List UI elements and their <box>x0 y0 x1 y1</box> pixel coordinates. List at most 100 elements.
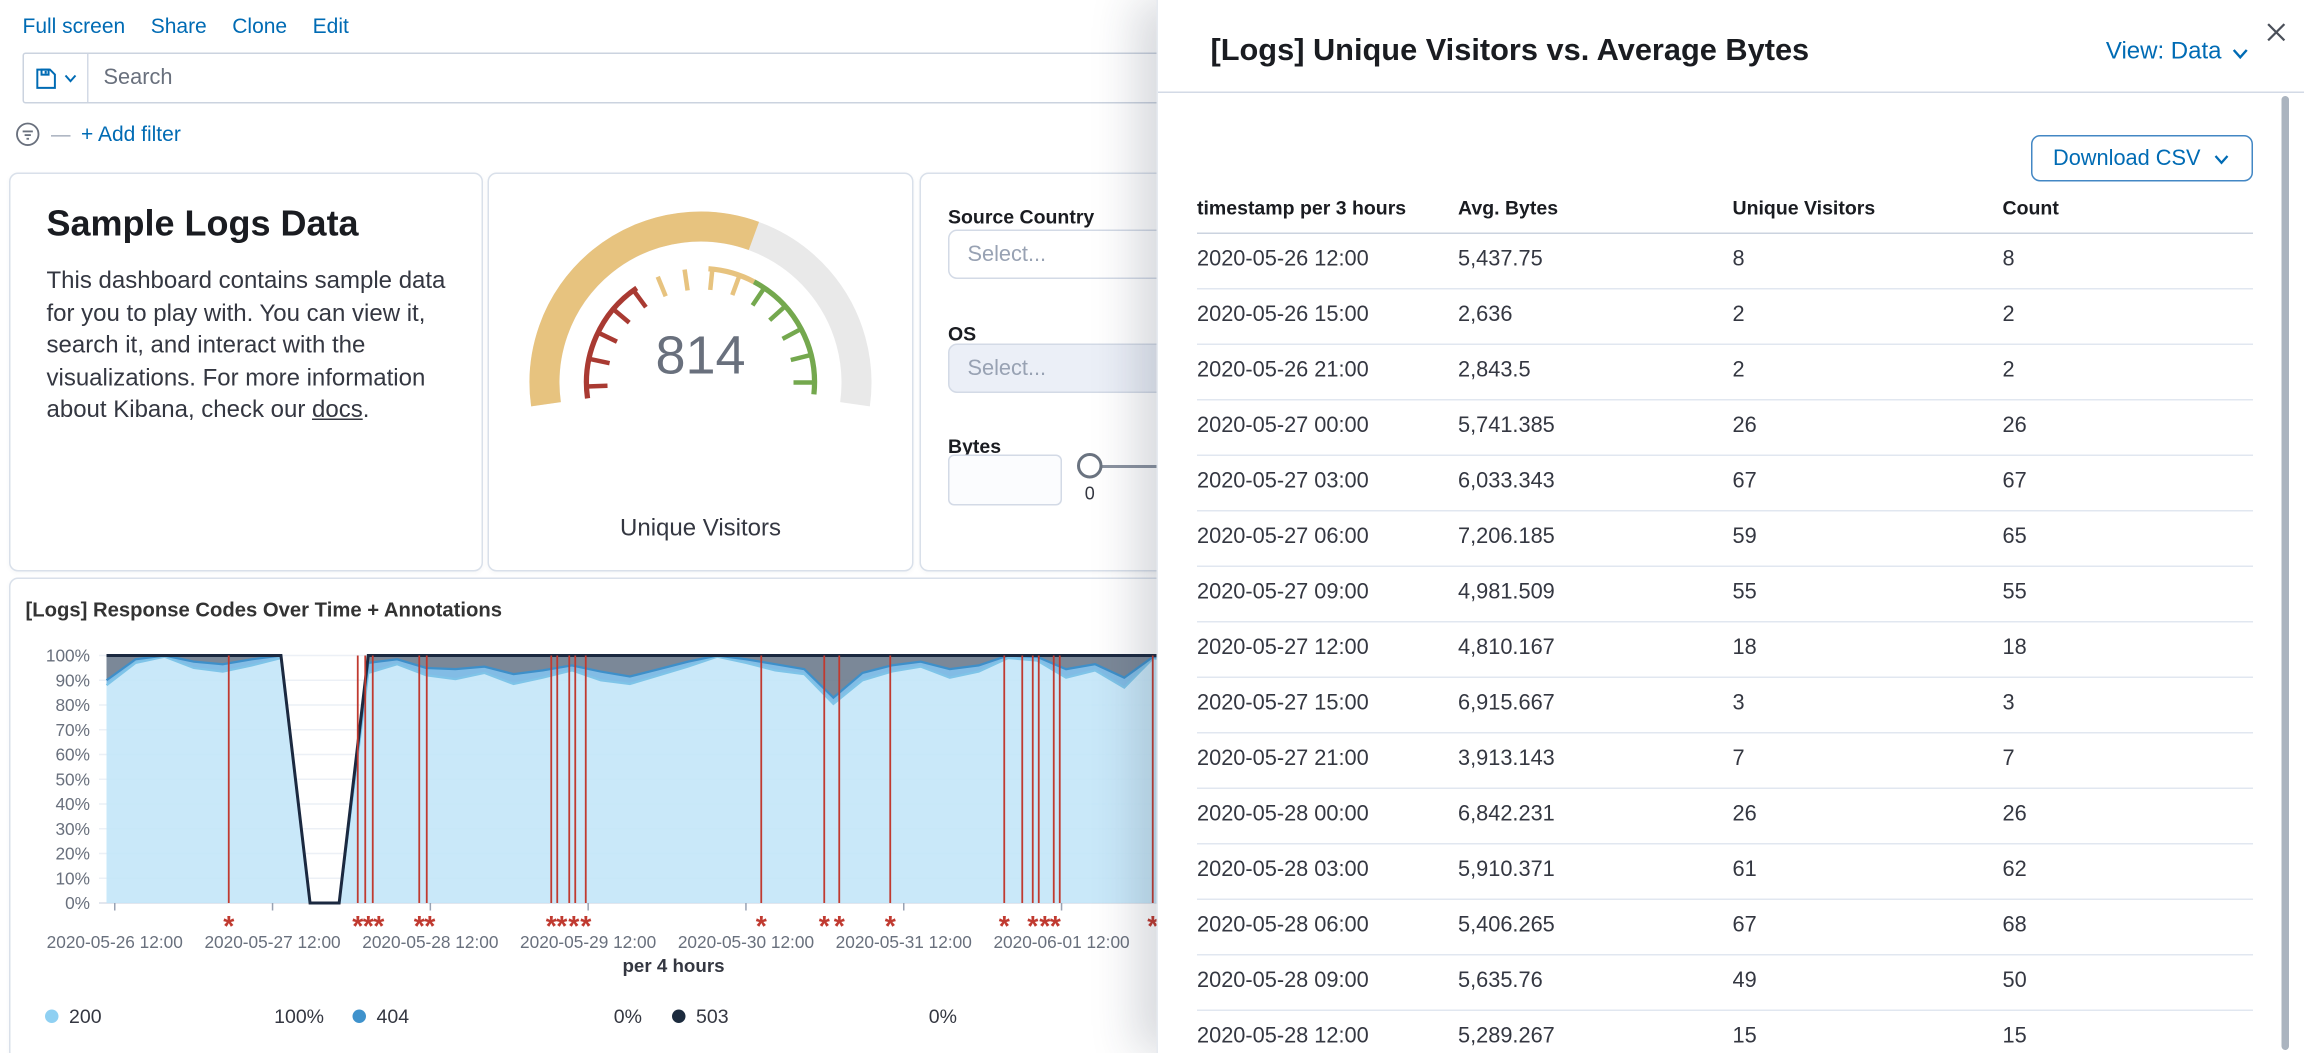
legend-label: 503 <box>696 1005 729 1028</box>
table-cell: 65 <box>2003 512 2254 566</box>
save-icon <box>34 67 57 90</box>
table-row: 2020-05-28 06:005,406.2656768 <box>1197 900 2253 956</box>
flyout-scrollbar-thumb[interactable] <box>2282 96 2290 1050</box>
svg-text:*: * <box>885 911 897 943</box>
bytes-min-input[interactable] <box>948 455 1062 506</box>
table-cell: 62 <box>2003 845 2254 899</box>
svg-text:2020-05-31 12:00: 2020-05-31 12:00 <box>836 932 972 952</box>
svg-text:40%: 40% <box>55 794 90 814</box>
table-cell: 8 <box>2003 234 2254 288</box>
table-cell: 5,910.371 <box>1458 845 1733 899</box>
table-cell: 7 <box>2003 734 2254 788</box>
table-cell: 55 <box>1733 567 2003 621</box>
table-cell: 2020-05-27 06:00 <box>1197 512 1458 566</box>
table-column-header: Count <box>2003 197 2254 233</box>
saved-query-menu-button[interactable] <box>24 54 89 102</box>
gauge-label: Unique Visitors <box>489 516 912 543</box>
edit-link[interactable]: Edit <box>313 14 349 38</box>
svg-text:*: * <box>580 911 592 943</box>
flyout-body: Download CSV timestamp per 3 hoursAvg. B… <box>1158 93 2304 1053</box>
svg-text:*: * <box>756 911 768 943</box>
bytes-slider-handle[interactable] <box>1077 453 1103 479</box>
flyout-table-body: 2020-05-26 12:005,437.75882020-05-26 15:… <box>1197 234 2253 1053</box>
table-cell: 2 <box>2003 345 2254 399</box>
legend-item-503[interactable]: 503 0% <box>672 1005 957 1028</box>
chevron-down-icon <box>62 71 77 86</box>
table-cell: 8 <box>1733 234 2003 288</box>
table-cell: 2020-05-27 12:00 <box>1197 623 1458 677</box>
svg-text:10%: 10% <box>55 868 90 888</box>
docs-link[interactable]: docs <box>312 398 363 424</box>
svg-text:60%: 60% <box>55 745 90 765</box>
table-cell: 15 <box>2003 1011 2254 1053</box>
table-cell: 2020-05-27 03:00 <box>1197 456 1458 510</box>
table-cell: 2020-05-26 12:00 <box>1197 234 1458 288</box>
table-row: 2020-05-27 06:007,206.1855965 <box>1197 512 2253 568</box>
data-flyout: [Logs] Unique Visitors vs. Average Bytes… <box>1157 0 2304 1053</box>
table-column-header: Avg. Bytes <box>1458 197 1733 233</box>
table-cell: 26 <box>1733 789 2003 843</box>
table-cell: 59 <box>1733 512 2003 566</box>
table-cell: 2,636 <box>1458 290 1733 344</box>
table-row: 2020-05-27 03:006,033.3436767 <box>1197 456 2253 512</box>
filter-icon[interactable] <box>15 121 41 147</box>
bytes-slider-value: 0 <box>1077 483 1103 504</box>
table-row: 2020-05-26 12:005,437.7588 <box>1197 234 2253 290</box>
table-cell: 67 <box>2003 456 2254 510</box>
svg-text:50%: 50% <box>55 769 90 789</box>
gauge-visualization: 814 <box>489 206 912 431</box>
table-cell: 7 <box>1733 734 2003 788</box>
table-cell: 4,810.167 <box>1458 623 1733 677</box>
table-cell: 2020-05-28 00:00 <box>1197 789 1458 843</box>
download-csv-label: Download CSV <box>2053 146 2200 170</box>
response-codes-chart: 0%10%20%30%40%50%60%70%80%90%100%2020-05… <box>11 579 1301 1053</box>
markdown-body: This dashboard contains sample data for … <box>47 266 461 427</box>
panel-response-codes: [Logs] Response Codes Over Time + Annota… <box>9 578 1302 1053</box>
table-column-header: timestamp per 3 hours <box>1197 197 1458 233</box>
legend-value: 0% <box>614 1005 642 1028</box>
svg-text:90%: 90% <box>55 670 90 690</box>
flyout-header: [Logs] Unique Visitors vs. Average Bytes… <box>1158 0 2304 93</box>
share-link[interactable]: Share <box>151 14 207 38</box>
flyout-title: [Logs] Unique Visitors vs. Average Bytes <box>1211 33 1810 69</box>
markdown-title: Sample Logs Data <box>47 204 359 246</box>
table-cell: 7,206.185 <box>1458 512 1733 566</box>
source-country-placeholder: Select... <box>968 242 1047 266</box>
os-label: OS <box>948 323 976 346</box>
legend-item-200[interactable]: 200100% <box>45 1005 324 1028</box>
legend-dot <box>672 1010 686 1024</box>
search-input[interactable]: Search <box>104 66 173 90</box>
table-cell: 5,741.385 <box>1458 401 1733 455</box>
table-cell: 2 <box>1733 345 2003 399</box>
svg-text:30%: 30% <box>55 819 90 839</box>
close-flyout-button[interactable] <box>2262 18 2289 45</box>
legend-value: 0% <box>929 1005 957 1028</box>
table-cell: 2020-05-27 15:00 <box>1197 678 1458 732</box>
download-csv-button[interactable]: Download CSV <box>2031 135 2253 182</box>
view-selector-button[interactable]: View: Data <box>2106 39 2250 66</box>
clone-link[interactable]: Clone <box>232 14 287 38</box>
svg-text:*: * <box>568 911 580 943</box>
table-cell: 3 <box>2003 678 2254 732</box>
table-cell: 5,289.267 <box>1458 1011 1733 1053</box>
table-row: 2020-05-28 12:005,289.2671515 <box>1197 1011 2253 1053</box>
table-header-row: timestamp per 3 hoursAvg. BytesUnique Vi… <box>1197 197 2253 235</box>
svg-text:*: * <box>1050 911 1062 943</box>
table-cell: 18 <box>2003 623 2254 677</box>
full-screen-link[interactable]: Full screen <box>23 14 126 38</box>
table-cell: 2 <box>2003 290 2254 344</box>
svg-text:2020-06-01 12:00: 2020-06-01 12:00 <box>993 932 1129 952</box>
svg-text:20%: 20% <box>55 844 90 864</box>
legend-item-404[interactable]: 4040% <box>353 1005 643 1028</box>
kibana-dashboard: Full screen Share Clone Edit Search — + … <box>0 0 2304 1053</box>
table-cell: 3 <box>1733 678 2003 732</box>
table-row: 2020-05-26 15:002,63622 <box>1197 290 2253 346</box>
svg-text:*: * <box>556 911 568 943</box>
table-cell: 5,635.76 <box>1458 956 1733 1010</box>
add-filter-button[interactable]: + Add filter <box>81 122 181 146</box>
table-cell: 5,406.265 <box>1458 900 1733 954</box>
gauge-chart: 814 <box>521 206 881 431</box>
source-country-label: Source Country <box>948 206 1094 229</box>
filter-separator: — <box>51 122 71 145</box>
svg-text:*: * <box>424 911 436 943</box>
